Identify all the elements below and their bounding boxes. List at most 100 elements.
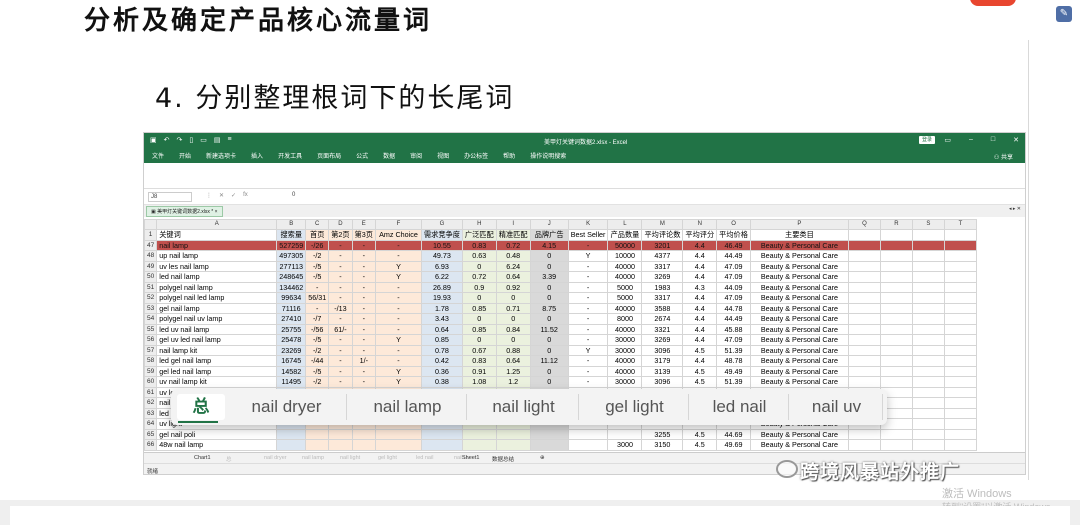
column-header[interactable]: A (156, 219, 278, 230)
data-cell[interactable]: - (328, 344, 353, 356)
data-cell[interactable]: 47.09 (716, 334, 751, 346)
empty-cell[interactable] (847, 239, 881, 251)
header-cell[interactable]: 平均评分 (682, 229, 718, 241)
menu-item-7[interactable]: 数据 (383, 151, 395, 160)
data-cell[interactable]: -/26 (305, 239, 330, 251)
empty-cell[interactable] (847, 365, 881, 377)
data-cell[interactable]: - (328, 292, 353, 304)
data-cell[interactable]: - (351, 313, 376, 325)
row-number[interactable]: 61 (144, 386, 158, 398)
data-cell[interactable]: 0 (529, 334, 569, 346)
data-cell[interactable]: 44.49 (716, 313, 751, 325)
row-number[interactable]: 53 (144, 302, 158, 314)
row-number[interactable]: 63 (144, 407, 158, 419)
empty-cell[interactable] (879, 334, 913, 346)
table-row[interactable]: 51 polygel nail lamp 134462- - - -26.89 0.9 0.9… (144, 281, 977, 293)
data-cell[interactable]: 0.91 (461, 365, 497, 377)
data-cell[interactable]: 248645 (276, 271, 307, 283)
column-header[interactable]: R (879, 219, 913, 230)
new-file-icon[interactable]: ▯ (189, 136, 193, 144)
data-cell[interactable]: - (374, 323, 422, 335)
data-cell[interactable]: - (328, 271, 353, 283)
data-cell[interactable]: Beauty & Personal Care (749, 376, 849, 388)
header-cell[interactable]: 平均评论数 (641, 229, 684, 241)
data-cell[interactable]: 0.71 (495, 302, 531, 314)
menu-item-3[interactable]: 插入 (251, 151, 263, 160)
empty-cell[interactable] (879, 229, 913, 241)
empty-cell[interactable] (943, 313, 977, 325)
data-cell[interactable]: 6.22 (420, 271, 463, 283)
table-row[interactable]: 59 gel led nail lamp 14582 -/5- - Y 0.36 0.91 1.… (144, 365, 977, 377)
formula-input[interactable]: 0 (292, 192, 295, 198)
data-cell[interactable]: 99634 (276, 292, 307, 304)
table-row[interactable]: 56 gel uv led nail lamp 25478 -/5- - Y 0.85 0 0 0… (144, 334, 977, 346)
row-number[interactable]: 56 (144, 334, 158, 346)
column-header[interactable]: K (567, 219, 609, 230)
row-number[interactable]: 58 (144, 355, 158, 367)
data-cell[interactable]: 0.85 (420, 334, 463, 346)
data-cell[interactable]: 0.84 (495, 323, 531, 335)
table-row[interactable]: 49 uv les nail lamp 277113 -/5- - Y 6.93 0 6.24 0… (144, 260, 977, 272)
row-number[interactable]: 48 (144, 250, 158, 262)
data-cell[interactable]: 0 (529, 365, 569, 377)
data-cell[interactable] (276, 439, 307, 451)
empty-cell[interactable] (943, 418, 977, 430)
data-cell[interactable]: 44.69 (716, 428, 751, 440)
empty-cell[interactable] (879, 365, 913, 377)
data-cell[interactable]: 49.49 (716, 365, 751, 377)
data-cell[interactable]: 50000 (607, 239, 643, 251)
column-header[interactable]: F (374, 219, 422, 230)
empty-cell[interactable] (911, 334, 945, 346)
data-cell[interactable]: 0.85 (461, 302, 497, 314)
data-cell[interactable]: 23269 (276, 344, 307, 356)
header-cell[interactable]: 品牌广告 (529, 229, 569, 241)
data-cell[interactable] (328, 428, 353, 440)
data-cell[interactable] (607, 428, 643, 440)
data-cell[interactable]: 5000 (607, 281, 643, 293)
header-cell[interactable]: 平均价格 (716, 229, 751, 241)
save-icon[interactable]: ▣ (150, 136, 157, 144)
empty-cell[interactable] (847, 344, 881, 356)
data-cell[interactable]: - (374, 292, 422, 304)
empty-cell[interactable] (911, 439, 945, 451)
empty-cell[interactable] (943, 428, 977, 440)
keyword-cell[interactable]: up nail lamp (156, 250, 278, 262)
data-cell[interactable]: - (374, 313, 422, 325)
data-cell[interactable]: - (328, 365, 353, 377)
header-cell[interactable]: 首页 (305, 229, 330, 241)
column-header[interactable]: O (716, 219, 751, 230)
data-cell[interactable]: 3096 (641, 344, 684, 356)
data-cell[interactable]: - (567, 323, 609, 335)
column-header[interactable]: P (749, 219, 849, 230)
empty-cell[interactable] (911, 397, 945, 409)
data-cell[interactable]: 6.24 (495, 260, 531, 272)
empty-cell[interactable] (879, 344, 913, 356)
data-cell[interactable]: 40000 (607, 271, 643, 283)
header-cell[interactable]: 关键词 (156, 229, 278, 241)
sheet-tab-faint[interactable]: nail lamp (302, 455, 324, 461)
data-cell[interactable]: 47.09 (716, 292, 751, 304)
data-cell[interactable]: 0.67 (461, 344, 497, 356)
data-cell[interactable]: -/2 (305, 376, 330, 388)
column-header[interactable]: T (943, 219, 977, 230)
data-cell[interactable]: 4.4 (682, 292, 718, 304)
data-cell[interactable]: Beauty & Personal Care (749, 260, 849, 272)
empty-cell[interactable] (847, 302, 881, 314)
data-cell[interactable]: Beauty & Personal Care (749, 365, 849, 377)
data-cell[interactable] (305, 439, 330, 451)
data-cell[interactable]: 3.39 (529, 271, 569, 283)
data-cell[interactable]: - (374, 355, 422, 367)
data-cell[interactable]: Y (374, 365, 422, 377)
data-cell[interactable]: - (328, 334, 353, 346)
data-cell[interactable]: - (351, 281, 376, 293)
data-cell[interactable]: Beauty & Personal Care (749, 239, 849, 251)
column-header[interactable]: E (351, 219, 376, 230)
data-cell[interactable]: - (351, 239, 376, 251)
cancel-icon[interactable]: ✕ (219, 192, 224, 199)
data-cell[interactable]: 0.88 (495, 344, 531, 356)
sheet-tab-chart1[interactable]: Chart1 (194, 455, 211, 461)
redo-icon[interactable]: ↷ (177, 136, 183, 144)
data-cell[interactable]: - (351, 271, 376, 283)
row-number[interactable]: 49 (144, 260, 158, 272)
empty-cell[interactable] (943, 439, 977, 451)
